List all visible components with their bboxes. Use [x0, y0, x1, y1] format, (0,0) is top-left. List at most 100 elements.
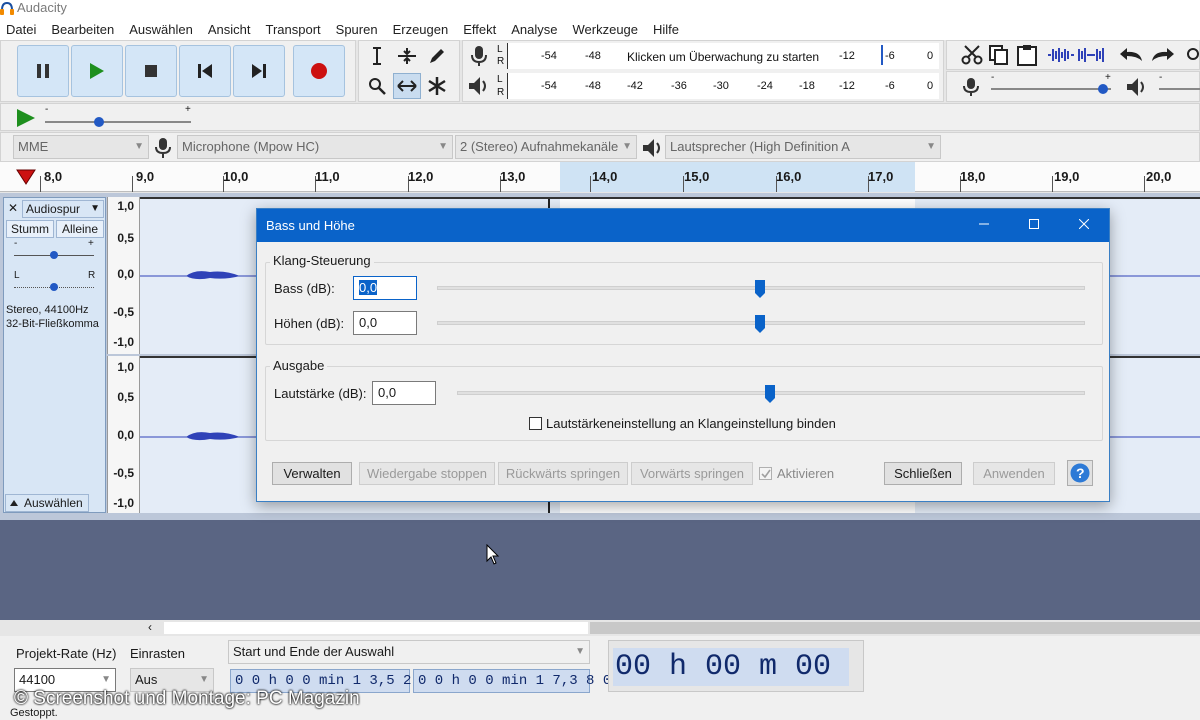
microphone-icon[interactable] [469, 45, 489, 67]
scrollbar-track[interactable] [164, 622, 588, 634]
stop-playback-button[interactable]: Wiedergabe stoppen [359, 462, 495, 485]
track-format: Stereo, 44100Hz [6, 304, 89, 316]
vertical-ruler-channel-2[interactable]: 1,0 0,5 0,0 -0,5 -1,0 [107, 356, 140, 513]
menu-werkzeuge[interactable]: Werkzeuge [573, 22, 639, 37]
mixer-toolbar: - + - [946, 71, 1200, 102]
volume-input[interactable]: 0,0 [372, 381, 436, 405]
pan-thumb[interactable] [49, 282, 59, 292]
bass-slider-thumb[interactable] [754, 279, 766, 299]
track-control-panel: ✕ Audiospur ▼ Stumm Alleine - + L R Stere… [3, 197, 106, 513]
selection-tool-button[interactable] [363, 43, 391, 69]
chevron-down-icon: ▼ [926, 141, 936, 152]
volume-slider-thumb[interactable] [764, 384, 776, 404]
help-button[interactable]: ? [1067, 460, 1093, 486]
scissors-icon[interactable] [961, 45, 983, 65]
zoom-tool-button[interactable] [363, 73, 391, 99]
pause-icon [37, 64, 49, 78]
timeshift-tool-button[interactable] [393, 73, 421, 99]
skip-end-button[interactable] [233, 45, 285, 97]
timeline-ruler[interactable]: 8,0 9,0 10,0 11,0 12,0 13,0 14,0 15,0 16… [0, 162, 1200, 192]
draw-tool-button[interactable] [423, 43, 451, 69]
scrollbar-thumb[interactable] [590, 622, 1200, 634]
trim-audio-icon[interactable] [1047, 46, 1075, 64]
menu-auswaehlen[interactable]: Auswählen [129, 22, 193, 37]
apply-button[interactable]: Anwenden [973, 462, 1055, 485]
snap-value: Aus [135, 672, 158, 687]
ruler-label: 15,0 [684, 169, 710, 184]
menu-transport[interactable]: Transport [266, 22, 321, 37]
mute-button[interactable]: Stumm [6, 220, 54, 238]
stop-button[interactable] [125, 45, 177, 97]
treble-input[interactable]: 0,0 [353, 311, 417, 335]
magnifier-icon [369, 78, 386, 95]
multi-tool-button[interactable] [423, 73, 451, 99]
solo-button[interactable]: Alleine [56, 220, 104, 238]
manage-button[interactable]: Verwalten [272, 462, 352, 485]
selection-mode-select[interactable]: Start und Ende der Auswahl ▼ [228, 640, 590, 664]
skip-start-button[interactable] [179, 45, 231, 97]
close-dialog-button[interactable]: Schließen [884, 462, 962, 485]
skip-forward-button[interactable]: Vorwärts springen [631, 462, 753, 485]
selection-mode-value: Start und Ende der Auswahl [233, 644, 395, 659]
tone-control-label: Klang-Steuerung [270, 253, 374, 268]
maximize-button[interactable] [1011, 209, 1057, 242]
bass-input[interactable]: 0,0 [353, 276, 417, 300]
double-arrow-icon [397, 80, 417, 92]
play-at-speed-icon[interactable] [15, 108, 37, 128]
output-label: Ausgabe [270, 358, 328, 373]
vertical-ruler-channel-1[interactable]: 1,0 0,5 0,0 -0,5 -1,0 [107, 197, 140, 354]
zoom-in-icon[interactable] [1185, 47, 1199, 63]
track-select-button[interactable]: Auswählen [5, 494, 89, 512]
close-button[interactable] [1061, 209, 1107, 242]
record-volume-thumb[interactable] [1097, 83, 1109, 95]
pause-button[interactable] [17, 45, 69, 97]
menu-analyse[interactable]: Analyse [511, 22, 557, 37]
play-head-triangle-icon[interactable] [16, 169, 36, 185]
menu-spuren[interactable]: Spuren [336, 22, 378, 37]
empty-track-area[interactable] [0, 520, 1200, 620]
menu-effekt[interactable]: Effekt [463, 22, 496, 37]
selection-end-time[interactable]: 0 0 h 0 0 min 1 7,3 8 0 s [413, 669, 628, 693]
envelope-tool-button[interactable] [393, 43, 421, 69]
menu-erzeugen[interactable]: Erzeugen [393, 22, 449, 37]
paste-icon[interactable] [1017, 44, 1037, 66]
ruler-tick-line [40, 176, 41, 192]
speed-slider[interactable] [45, 121, 191, 123]
input-device-value: Microphone (Mpow HC) [182, 139, 320, 154]
gain-max: + [88, 238, 94, 249]
scroll-left-icon[interactable]: ‹ [148, 620, 152, 634]
track-close-icon[interactable]: ✕ [8, 201, 18, 215]
chevron-down-icon: ▼ [575, 646, 585, 657]
speaker-icon[interactable] [467, 75, 489, 97]
stop-icon [145, 65, 157, 77]
copy-icon[interactable] [989, 45, 1009, 65]
gain-thumb[interactable] [49, 250, 59, 260]
speed-thumb[interactable] [93, 116, 105, 128]
playback-volume-slider[interactable] [1159, 88, 1200, 90]
treble-slider-thumb[interactable] [754, 314, 766, 334]
activate-checkbox[interactable] [759, 467, 772, 480]
redo-icon[interactable] [1149, 46, 1175, 64]
track-name-menu[interactable]: Audiospur ▼ [22, 200, 104, 218]
skip-backward-button[interactable]: Rückwärts springen [498, 462, 628, 485]
silence-audio-icon[interactable] [1077, 46, 1105, 64]
audio-host-select[interactable]: MME ▼ [13, 135, 149, 159]
horizontal-scrollbar[interactable]: ‹ [0, 620, 1200, 636]
undo-icon[interactable] [1119, 46, 1145, 64]
close-icon [1078, 218, 1090, 230]
record-volume-slider[interactable] [991, 88, 1111, 90]
input-device-select[interactable]: Microphone (Mpow HC) ▼ [177, 135, 453, 159]
play-button[interactable] [71, 45, 123, 97]
menu-ansicht[interactable]: Ansicht [208, 22, 251, 37]
input-channels-select[interactable]: 2 (Stereo) Aufnahmekanäle ▼ [455, 135, 637, 159]
menu-bearbeiten[interactable]: Bearbeiten [51, 22, 114, 37]
minimize-button[interactable] [961, 209, 1007, 242]
output-device-select[interactable]: Lautsprecher (High Definition A ▼ [665, 135, 941, 159]
menu-datei[interactable]: Datei [6, 22, 36, 37]
record-button[interactable] [293, 45, 345, 97]
audio-position-display[interactable]: 00 h 00 m 00 s [613, 648, 849, 686]
link-volume-checkbox[interactable] [529, 417, 542, 430]
snap-label: Einrasten [130, 646, 185, 661]
menu-hilfe[interactable]: Hilfe [653, 22, 679, 37]
record-meter-hint[interactable]: Klicken um Überwachung zu starten [627, 50, 819, 64]
